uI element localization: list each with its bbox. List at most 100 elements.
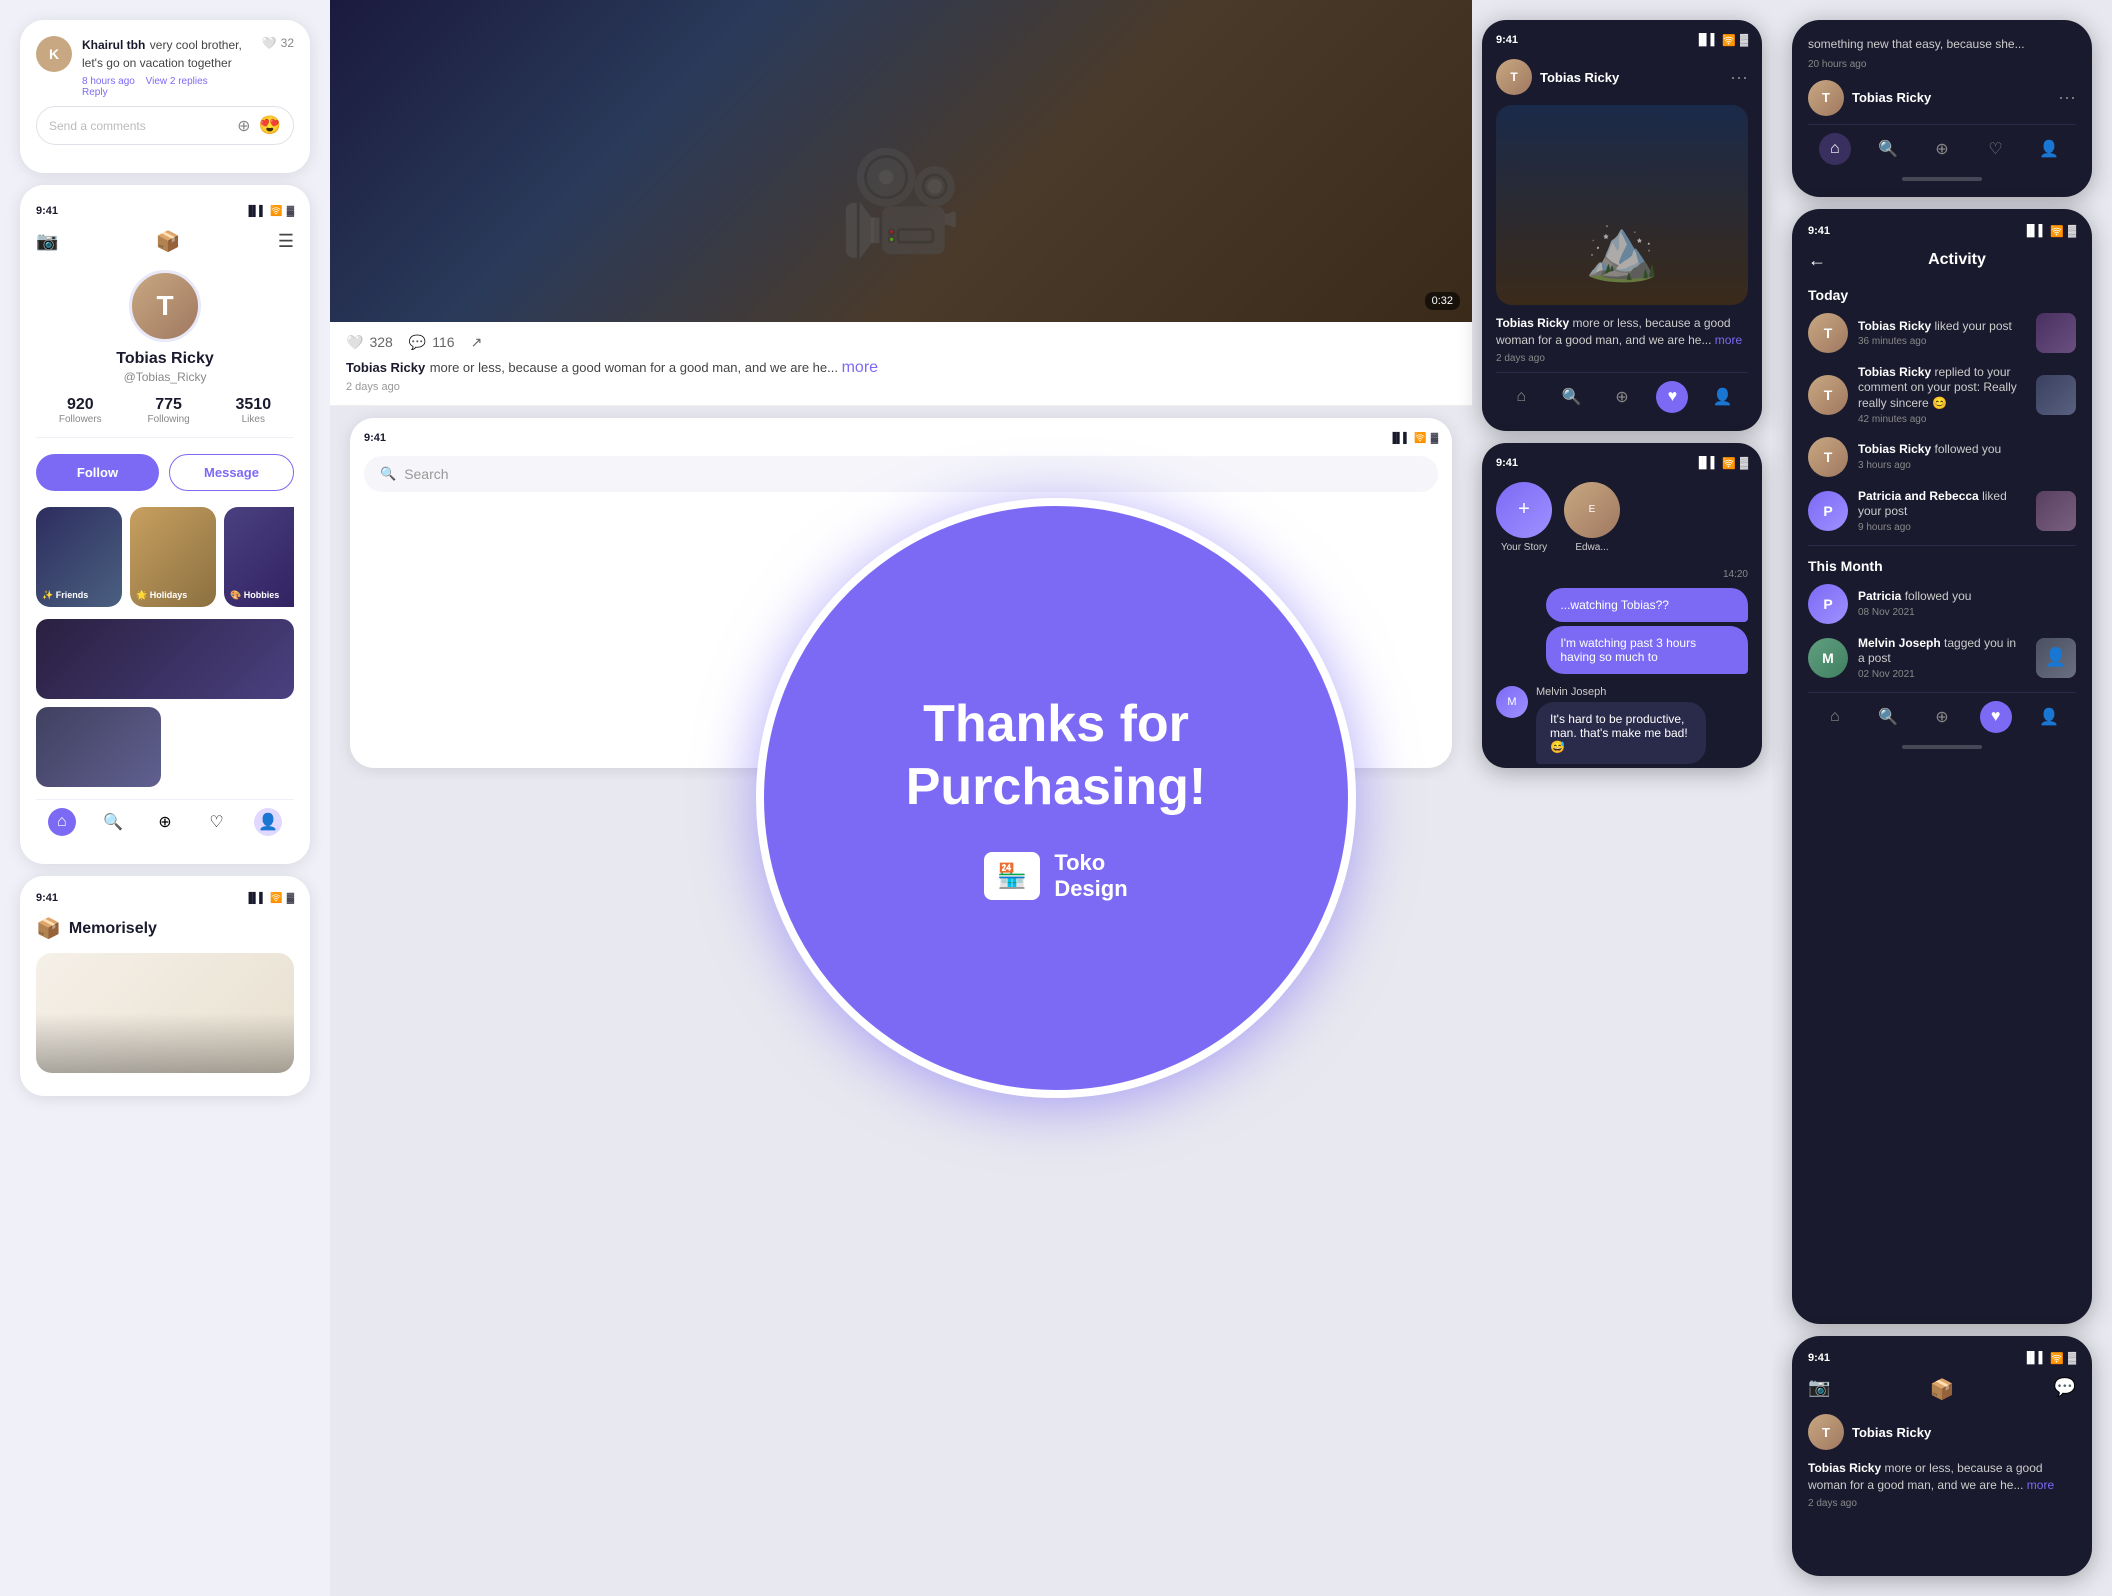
search-bar[interactable]: 🔍 Search bbox=[364, 456, 1438, 492]
activity-avatar-3: T bbox=[1808, 437, 1848, 477]
heart-count[interactable]: 🤍 32 bbox=[262, 36, 294, 50]
bottom-more-link[interactable]: more bbox=[2027, 1478, 2054, 1492]
likes-value: 328 bbox=[369, 334, 392, 350]
photo-1[interactable] bbox=[36, 619, 294, 699]
activity-time-4: 9 hours ago bbox=[1858, 522, 2026, 533]
act-nav-add[interactable]: ⊕ bbox=[1926, 701, 1958, 733]
scroll-indicator bbox=[125, 153, 205, 157]
dark-nav-add[interactable]: ⊕ bbox=[1606, 381, 1638, 413]
act-nav-heart[interactable]: ♥ bbox=[1980, 701, 2012, 733]
photo-2[interactable] bbox=[36, 707, 161, 787]
post-text: more or less, because a good woman for a… bbox=[430, 360, 842, 375]
month-item-1[interactable]: P Patricia followed you 08 Nov 2021 bbox=[1808, 584, 2076, 624]
likes-label: Likes bbox=[236, 414, 272, 425]
chat-stories: + Your Story E Edwa... bbox=[1496, 482, 1748, 553]
comment-input-area[interactable]: Send a comments ⊕ 😍 bbox=[36, 106, 294, 145]
heart-action-icon[interactable]: 🤍 bbox=[346, 334, 363, 351]
brand-name: TokoDesign bbox=[1054, 850, 1127, 903]
story-hobbies[interactable]: 🎨 Hobbies bbox=[224, 507, 294, 607]
profile-top-bar: 📷 📦 ☰ bbox=[36, 229, 294, 254]
view-replies-link[interactable]: View 2 replies bbox=[146, 76, 208, 87]
top-more-icon[interactable]: ··· bbox=[2058, 87, 2076, 108]
activity-item-1[interactable]: T Tobias Ricky liked your post 36 minute… bbox=[1808, 313, 2076, 353]
share-icon[interactable]: ↗ bbox=[471, 334, 483, 351]
profile-avatar: T bbox=[129, 270, 201, 342]
month-text-1: Patricia followed you bbox=[1858, 589, 2076, 605]
emoji-icon[interactable]: 😍 bbox=[259, 115, 281, 136]
tobias-row: T Tobias Ricky ··· bbox=[1808, 80, 2076, 116]
time-display-3: 9:41 bbox=[36, 892, 58, 904]
activity-item-4[interactable]: P Patricia and Rebecca liked your post 9… bbox=[1808, 489, 2076, 533]
nav-search-icon[interactable]: 🔍 bbox=[99, 808, 127, 836]
bottom-chat-icon[interactable]: 💬 bbox=[2054, 1377, 2076, 1402]
nav-heart-icon[interactable]: ♡ bbox=[203, 808, 231, 836]
dark-post-more-link[interactable]: more bbox=[1715, 333, 1742, 347]
share-group[interactable]: ↗ bbox=[471, 334, 483, 351]
act-nav-search[interactable]: 🔍 bbox=[1872, 701, 1904, 733]
comment-input[interactable]: Send a comments bbox=[49, 119, 229, 133]
status-icons: ▐▌▌ 🛜 ▓ bbox=[245, 206, 294, 217]
nav-home-icon[interactable]: ⌂ bbox=[48, 808, 76, 836]
bottom-camera-icon[interactable]: 📷 bbox=[1808, 1377, 1830, 1402]
act-nav-home[interactable]: ⌂ bbox=[1819, 701, 1851, 733]
comment-action-icon[interactable]: 💬 bbox=[409, 334, 426, 351]
month-item-2[interactable]: M Melvin Joseph tagged you in a post 02 … bbox=[1808, 636, 2076, 680]
phone-profile-card: 9:41 ▐▌▌ 🛜 ▓ 📷 📦 ☰ T Tobias Ricky @Tobia… bbox=[20, 185, 310, 864]
dark-nav-heart[interactable]: ♥ bbox=[1656, 381, 1688, 413]
nav-profile-icon[interactable]: 👤 bbox=[254, 808, 282, 836]
activity-avatar-2: T bbox=[1808, 375, 1848, 415]
story-holidays[interactable]: 🌟 Holidays bbox=[130, 507, 216, 607]
activity-item-3[interactable]: T Tobias Ricky followed you 3 hours ago bbox=[1808, 437, 2076, 477]
following-stat: 775 Following bbox=[147, 396, 189, 425]
month-avatar-1: P bbox=[1808, 584, 1848, 624]
your-story[interactable]: + bbox=[1496, 482, 1552, 538]
camera-icon[interactable]: 📷 bbox=[36, 231, 58, 252]
story-edwa[interactable]: E bbox=[1564, 482, 1620, 538]
month-info-1: Patricia followed you 08 Nov 2021 bbox=[1858, 589, 2076, 618]
dark-nav-profile[interactable]: 👤 bbox=[1707, 381, 1739, 413]
dark-nav-home[interactable]: ⌂ bbox=[1505, 381, 1537, 413]
brand-icon: 🏪 bbox=[984, 852, 1040, 900]
dark-post-image: 🏔️ bbox=[1496, 105, 1748, 305]
dark-nav-search[interactable]: 🔍 bbox=[1556, 381, 1588, 413]
post-more-link[interactable]: more bbox=[842, 359, 878, 376]
tobias-name-top: Tobias Ricky bbox=[1852, 90, 1931, 105]
commenter-name: Khairul tbh bbox=[82, 38, 145, 52]
message-button[interactable]: Message bbox=[169, 454, 294, 491]
bottom-brand-icon: 📦 bbox=[1930, 1377, 1955, 1402]
story-friends[interactable]: ✨ Friends bbox=[36, 507, 122, 607]
followers-stat: 920 Followers bbox=[59, 396, 102, 425]
top-nav-profile[interactable]: 👤 bbox=[2033, 133, 2065, 165]
act-nav-profile[interactable]: 👤 bbox=[2033, 701, 2065, 733]
post-actions: 🤍 328 💬 116 ↗ bbox=[346, 334, 1456, 351]
month-avatar-2: M bbox=[1808, 638, 1848, 678]
month-text-2: Melvin Joseph tagged you in a post bbox=[1858, 636, 2026, 667]
chat-bubble-1: ...watching Tobias?? bbox=[1546, 588, 1748, 622]
top-nav-add[interactable]: ⊕ bbox=[1926, 133, 1958, 165]
melvin-avatar: M bbox=[1496, 686, 1528, 718]
purchase-overlay: Thanks forPurchasing! 🏪 TokoDesign bbox=[756, 498, 1356, 1098]
this-month-title: This Month bbox=[1808, 558, 2076, 574]
search-input[interactable]: Search bbox=[404, 466, 448, 482]
activity-info-3: Tobias Ricky followed you 3 hours ago bbox=[1858, 442, 2076, 471]
reply-link[interactable]: Reply bbox=[82, 87, 108, 98]
top-nav-heart[interactable]: ♡ bbox=[1980, 133, 2012, 165]
activity-item-2[interactable]: T Tobias Ricky replied to your comment o… bbox=[1808, 365, 2076, 425]
top-nav-home[interactable]: ⌂ bbox=[1819, 133, 1851, 165]
comments-group[interactable]: 💬 116 bbox=[409, 334, 455, 351]
more-options-icon[interactable]: ··· bbox=[1730, 67, 1748, 88]
activity-text-4: Patricia and Rebecca liked your post bbox=[1858, 489, 2026, 520]
dark-post-header: T Tobias Ricky ··· bbox=[1496, 59, 1748, 105]
follow-button[interactable]: Follow bbox=[36, 454, 159, 491]
dark-bottom-nav: ⌂ 🔍 ⊕ ♥ 👤 bbox=[1496, 372, 1748, 417]
bottom-post-time: 2 days ago bbox=[1808, 1498, 2076, 1509]
likes-group[interactable]: 🤍 328 bbox=[346, 334, 393, 351]
status-bar-search: 9:41 ▐▌▌🛜▓ bbox=[364, 432, 1438, 444]
back-button[interactable]: ← bbox=[1808, 250, 1826, 271]
add-icon[interactable]: ⊕ bbox=[237, 116, 250, 136]
top-nav-search[interactable]: 🔍 bbox=[1872, 133, 1904, 165]
phone-bottom-card: 9:41 ▐▌▌🛜▓ 📷 📦 💬 T Tobias Ricky Tobias R… bbox=[1792, 1336, 2092, 1576]
menu-icon[interactable]: ☰ bbox=[278, 231, 294, 252]
search-icon: 🔍 bbox=[380, 466, 396, 482]
nav-add-icon[interactable]: ⊕ bbox=[151, 808, 179, 836]
